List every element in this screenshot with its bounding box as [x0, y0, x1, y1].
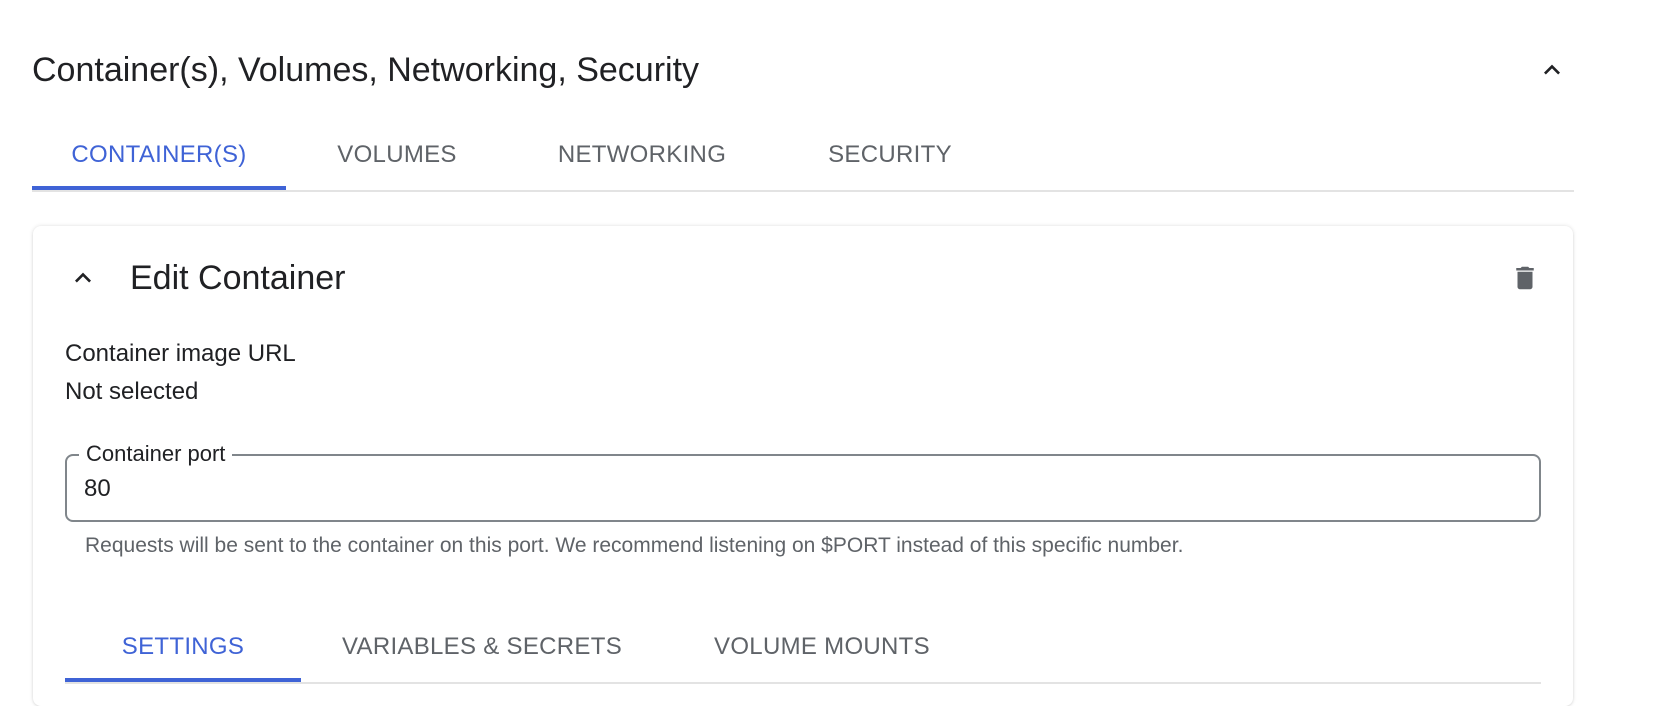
tab-security[interactable]: SECURITY: [810, 122, 970, 188]
collapse-container-button[interactable]: [63, 258, 103, 298]
collapse-section-button[interactable]: [1532, 50, 1572, 90]
tab-volume-mounts[interactable]: VOLUME MOUNTS: [691, 614, 953, 680]
container-port-helper: Requests will be sent to the container o…: [85, 534, 1184, 557]
section-title: Container(s), Volumes, Networking, Secur…: [32, 51, 700, 89]
chevron-up-icon: [1544, 64, 1560, 75]
tab-variables-secrets[interactable]: VARIABLES & SECRETS: [327, 614, 637, 680]
section-tabs: CONTAINER(S) VOLUMES NETWORKING SECURITY: [32, 122, 1574, 192]
edit-container-card: Edit Container Container image URL Not s…: [33, 226, 1573, 706]
tab-containers[interactable]: CONTAINER(S): [32, 122, 286, 190]
section-header: Container(s), Volumes, Networking, Secur…: [32, 42, 1574, 98]
trash-icon: [1516, 266, 1534, 290]
tab-networking[interactable]: NETWORKING: [548, 122, 736, 188]
image-url-label: Container image URL: [65, 340, 296, 367]
container-port-input[interactable]: [84, 472, 1504, 506]
tab-settings[interactable]: SETTINGS: [65, 614, 301, 682]
image-url-value: Not selected: [65, 378, 199, 405]
container-port-label: Container port: [79, 440, 233, 468]
card-title: Edit Container: [130, 259, 346, 297]
container-subtabs: SETTINGS VARIABLES & SECRETS VOLUME MOUN…: [65, 614, 1541, 684]
chevron-up-icon: [75, 272, 91, 283]
tab-volumes[interactable]: VOLUMES: [322, 122, 472, 188]
delete-container-button[interactable]: [1505, 258, 1545, 298]
container-port-field[interactable]: Container port: [65, 440, 1541, 522]
